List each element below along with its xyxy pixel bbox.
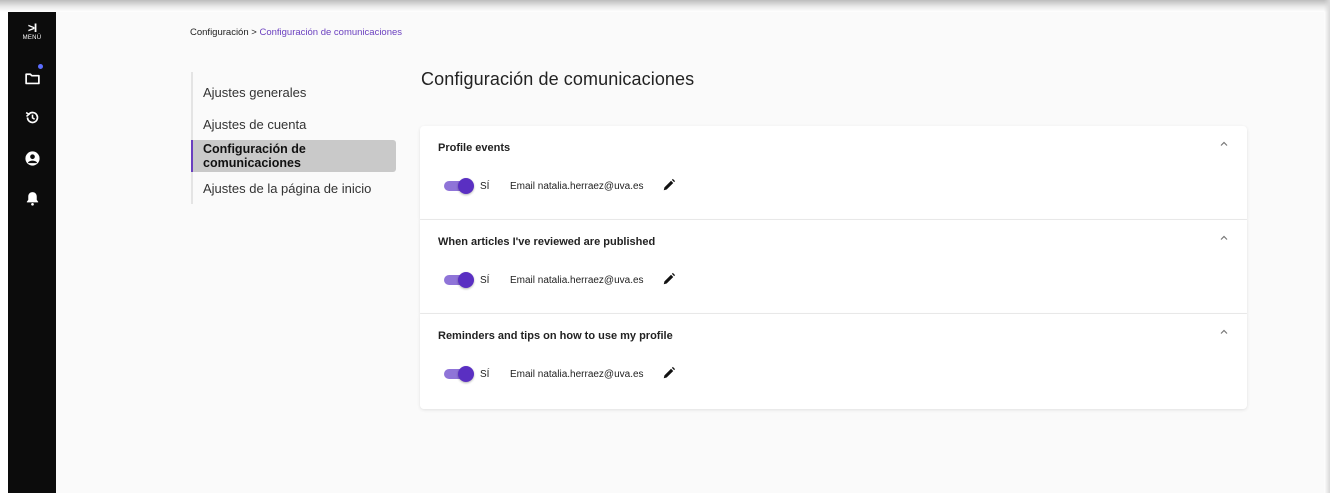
email-toggle[interactable] — [444, 272, 474, 288]
bell-icon[interactable] — [24, 190, 41, 207]
email-toggle[interactable] — [444, 178, 474, 194]
email-text: Email natalia.herraez@uva.es — [510, 369, 644, 380]
toggle-knob — [458, 366, 474, 382]
panel-title[interactable]: When articles I've reviewed are publishe… — [438, 236, 655, 248]
account-icon[interactable] — [24, 150, 41, 167]
email-toggle[interactable] — [444, 366, 474, 382]
breadcrumb-root[interactable]: Configuración — [190, 27, 249, 38]
subnav-item-homepage[interactable]: Ajustes de la página de inicio — [193, 172, 396, 204]
panel-reminders-tips: Reminders and tips on how to use my prof… — [420, 314, 1247, 409]
pencil-icon[interactable] — [662, 366, 676, 380]
notification-dot — [38, 64, 43, 69]
subnav-item-general[interactable]: Ajustes generales — [193, 72, 396, 108]
main-content: Configuración > Configuración de comunic… — [56, 12, 1324, 493]
panel-profile-events: Profile events SÍ Email natalia.herraez@… — [420, 126, 1247, 220]
toggle-knob — [458, 178, 474, 194]
pencil-icon[interactable] — [662, 178, 676, 192]
subnav-item-account[interactable]: Ajustes de cuenta — [193, 108, 396, 140]
menu-label: MENÚ — [22, 35, 42, 41]
chevron-up-icon[interactable] — [1219, 328, 1229, 336]
toggle-knob — [458, 272, 474, 288]
chevron-up-icon[interactable] — [1219, 234, 1229, 242]
window-top-shadow — [0, 0, 1330, 12]
panel-reviewed-articles: When articles I've reviewed are publishe… — [420, 220, 1247, 314]
menu-button[interactable]: >I MENÚ — [8, 22, 56, 42]
panel-title[interactable]: Profile events — [438, 142, 510, 154]
window-right-shadow — [1324, 0, 1330, 493]
menu-expand-icon: >I — [27, 21, 37, 35]
breadcrumb: Configuración > Configuración de comunic… — [190, 27, 402, 38]
history-icon[interactable] — [24, 109, 41, 126]
toggle-label: SÍ — [480, 181, 490, 192]
chevron-up-icon[interactable] — [1219, 140, 1229, 148]
subnav-item-communications[interactable]: Configuración de comunicaciones — [191, 140, 396, 172]
breadcrumb-current: Configuración de comunicaciones — [259, 27, 403, 38]
panel-title[interactable]: Reminders and tips on how to use my prof… — [438, 330, 673, 342]
communication-panels: Profile events SÍ Email natalia.herraez@… — [420, 126, 1247, 409]
left-rail: >I MENÚ — [8, 12, 56, 493]
toggle-label: SÍ — [480, 275, 490, 286]
breadcrumb-separator: > — [248, 27, 260, 38]
email-text: Email natalia.herraez@uva.es — [510, 275, 644, 286]
folder-icon[interactable] — [24, 70, 41, 87]
email-text: Email natalia.herraez@uva.es — [510, 181, 644, 192]
settings-subnav: Ajustes generales Ajustes de cuenta Conf… — [191, 72, 396, 204]
toggle-label: SÍ — [480, 369, 490, 380]
pencil-icon[interactable] — [662, 272, 676, 286]
page-title: Configuración de comunicaciones — [421, 69, 695, 89]
